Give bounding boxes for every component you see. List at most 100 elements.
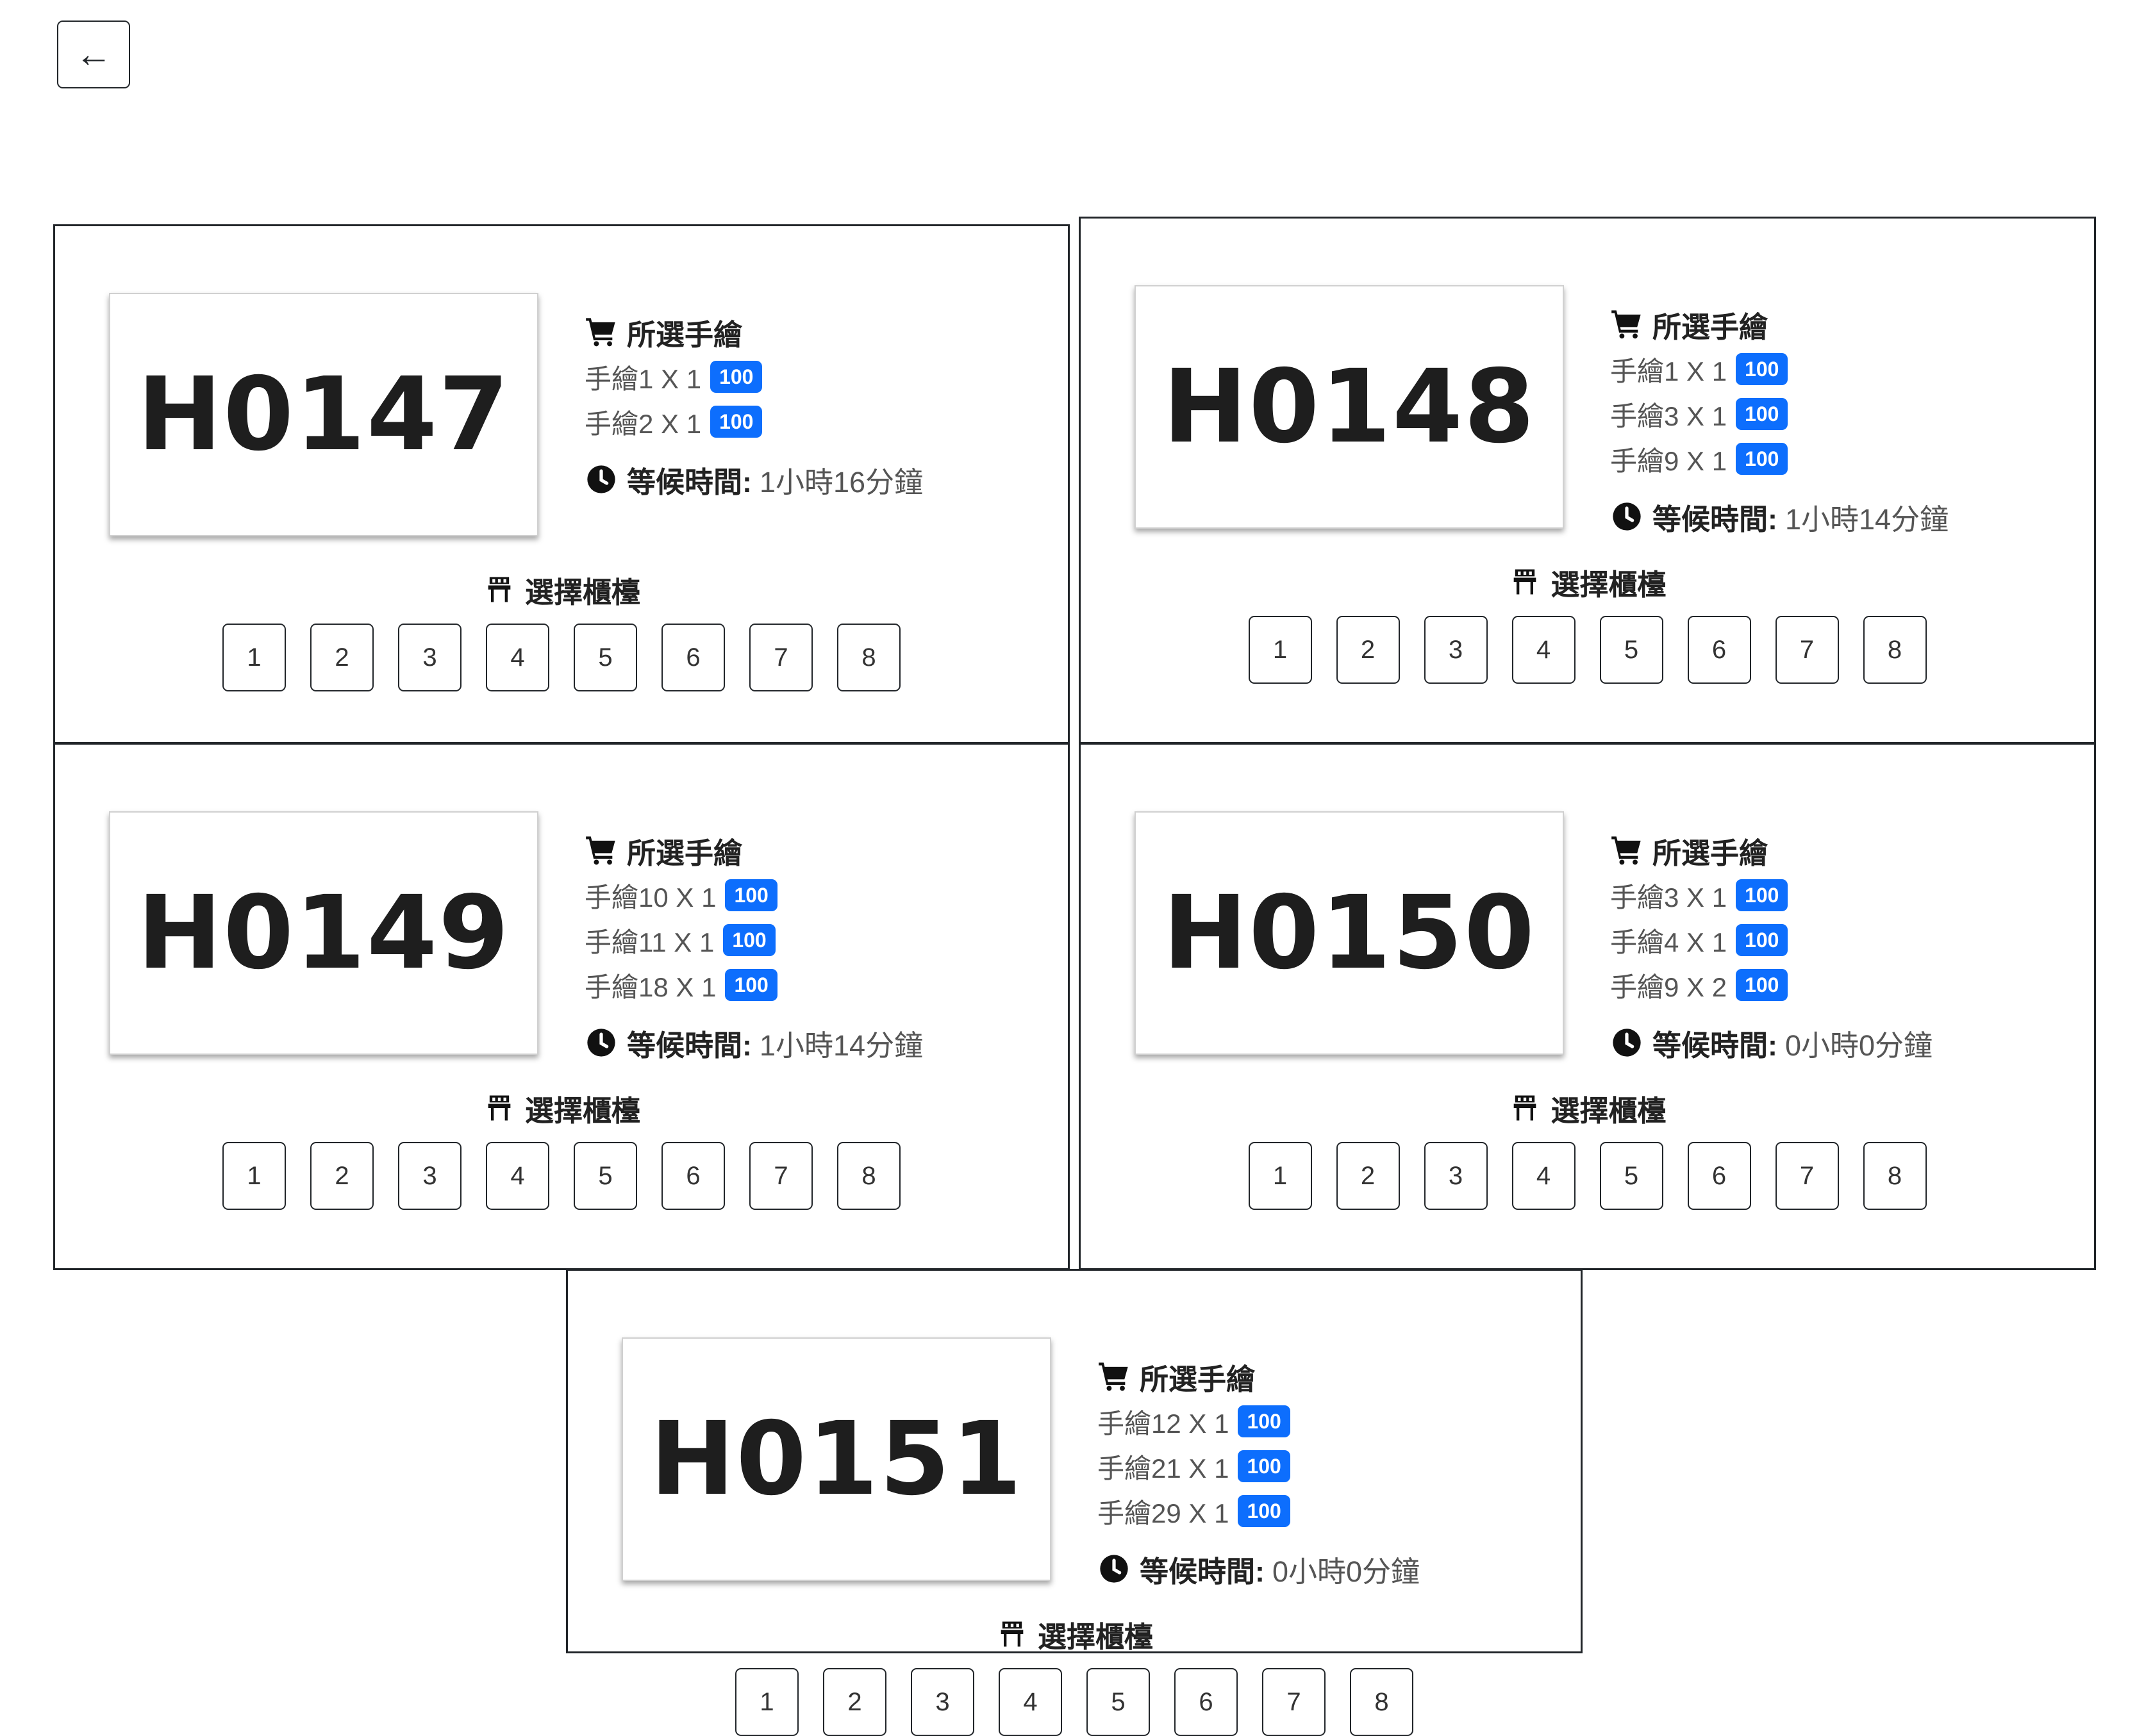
item-text: 手繪2 X 1 (585, 408, 702, 439)
stall-button-2[interactable]: 2 (310, 1142, 374, 1210)
price-badge: 100 (1736, 443, 1788, 475)
stall-button-1[interactable]: 1 (222, 624, 286, 691)
price-badge: 100 (725, 969, 777, 1001)
items-heading: 所選手繪 (585, 310, 1033, 354)
stall-button-4[interactable]: 4 (999, 1668, 1062, 1736)
clock-icon (1097, 1552, 1131, 1585)
item-text: 手繪1 X 1 (585, 363, 702, 394)
stall-heading-label: 選擇櫃檯 (1551, 568, 1667, 601)
item-text: 手繪1 X 1 (1610, 356, 1727, 386)
items-heading-label: 所選手繪 (1140, 1362, 1256, 1396)
item-row: 手繪1 X 1 100 (585, 354, 1033, 399)
price-badge: 100 (1736, 924, 1788, 956)
stall-button-6[interactable]: 6 (1174, 1668, 1238, 1736)
order-code: H0150 (1163, 874, 1536, 992)
order-code-box: H0149 (109, 811, 538, 1055)
stall-buttons: 12345678 (1081, 616, 2094, 684)
stall-button-4[interactable]: 4 (486, 1142, 549, 1210)
stall-button-2[interactable]: 2 (1336, 1142, 1400, 1210)
stall-button-4[interactable]: 4 (1511, 1142, 1576, 1210)
stall-button-1[interactable]: 1 (1248, 1142, 1312, 1210)
wait-label: 等候時間: (1140, 1555, 1265, 1588)
order-code: H0148 (1163, 348, 1536, 466)
stall-heading: 選擇櫃檯 (55, 1086, 1068, 1130)
stall-heading: 選擇櫃檯 (1081, 1086, 2094, 1130)
stall-button-3[interactable]: 3 (1424, 616, 1488, 684)
stall-select: 選擇櫃檯 12345678 (1081, 1086, 2094, 1210)
stall-button-4[interactable]: 4 (1511, 616, 1576, 684)
stall-button-7[interactable]: 7 (749, 624, 813, 691)
wait-label: 等候時間: (1652, 502, 1777, 536)
stall-button-6[interactable]: 6 (661, 624, 725, 691)
clock-icon (1610, 1026, 1643, 1059)
stall-button-5[interactable]: 5 (574, 1142, 637, 1210)
stall-heading: 選擇櫃檯 (1081, 559, 2094, 604)
stall-button-5[interactable]: 5 (1086, 1668, 1150, 1736)
item-row: 手繪3 X 1 100 (1610, 392, 2059, 436)
item-text: 手繪18 X 1 (585, 971, 717, 1002)
stall-button-8[interactable]: 8 (837, 624, 901, 691)
items-heading: 所選手繪 (1610, 302, 2059, 347)
item-row: 手繪12 X 1 100 (1097, 1399, 1546, 1444)
price-badge: 100 (1736, 353, 1788, 385)
stall-button-7[interactable]: 7 (749, 1142, 813, 1210)
order-code-box: H0150 (1135, 811, 1564, 1055)
stall-button-2[interactable]: 2 (823, 1668, 886, 1736)
stall-button-2[interactable]: 2 (310, 624, 374, 691)
stall-heading-label: 選擇櫃檯 (1551, 1094, 1667, 1127)
stall-button-8[interactable]: 8 (1863, 616, 1927, 684)
item-text: 手繪3 X 1 (1610, 401, 1727, 431)
price-badge: 100 (1238, 1405, 1290, 1437)
stall-button-2[interactable]: 2 (1336, 616, 1400, 684)
stall-button-8[interactable]: 8 (1863, 1142, 1927, 1210)
stall-button-4[interactable]: 4 (486, 624, 549, 691)
order-card: H0150 所選手繪 手繪3 X 1 100 手繪4 X 1 100 手繪9 X… (1079, 743, 2096, 1270)
chair-icon (995, 1617, 1029, 1651)
stall-button-5[interactable]: 5 (1599, 616, 1663, 684)
stall-buttons: 12345678 (568, 1668, 1581, 1736)
item-row: 手繪18 X 1 100 (585, 963, 1033, 1007)
items-heading-label: 所選手繪 (1652, 836, 1768, 870)
stall-button-1[interactable]: 1 (222, 1142, 286, 1210)
items-heading: 所選手繪 (1610, 828, 2059, 873)
stall-buttons: 12345678 (55, 624, 1068, 691)
stall-select: 選擇櫃檯 12345678 (1081, 559, 2094, 684)
stall-button-3[interactable]: 3 (398, 624, 461, 691)
stall-button-3[interactable]: 3 (398, 1142, 461, 1210)
stall-button-3[interactable]: 3 (911, 1668, 974, 1736)
stall-button-5[interactable]: 5 (574, 624, 637, 691)
items-heading: 所選手繪 (585, 828, 1033, 873)
price-badge: 100 (710, 361, 763, 393)
stall-button-3[interactable]: 3 (1424, 1142, 1488, 1210)
stall-heading-label: 選擇櫃檯 (524, 575, 640, 609)
stall-heading-label: 選擇櫃檯 (1037, 1620, 1153, 1653)
stall-select: 選擇櫃檯 12345678 (568, 1612, 1581, 1736)
stall-button-8[interactable]: 8 (1350, 1668, 1413, 1736)
items-heading-label: 所選手繪 (627, 318, 743, 351)
items-heading-label: 所選手繪 (627, 836, 743, 870)
stall-button-1[interactable]: 1 (735, 1668, 799, 1736)
order-code-box: H0151 (622, 1337, 1051, 1581)
stall-button-7[interactable]: 7 (1775, 1142, 1839, 1210)
wait-value: 1小時16分鐘 (760, 465, 924, 499)
stall-button-8[interactable]: 8 (837, 1142, 901, 1210)
item-row: 手繪29 X 1 100 (1097, 1489, 1546, 1533)
item-row: 手繪2 X 1 100 (585, 399, 1033, 444)
price-badge: 100 (1736, 879, 1788, 911)
order-card: H0149 所選手繪 手繪10 X 1 100 手繪11 X 1 100 手繪1… (53, 743, 1070, 1270)
stall-button-5[interactable]: 5 (1599, 1142, 1663, 1210)
item-row: 手繪21 X 1 100 (1097, 1444, 1546, 1489)
order-code-box: H0148 (1135, 285, 1564, 529)
stall-button-1[interactable]: 1 (1248, 616, 1312, 684)
stall-button-7[interactable]: 7 (1262, 1668, 1326, 1736)
wait-time: 等候時間: 1小時16分鐘 (585, 457, 1033, 502)
wait-time: 等候時間: 0小時0分鐘 (1610, 1020, 2059, 1065)
stall-select: 選擇櫃檯 12345678 (55, 1086, 1068, 1210)
stall-button-7[interactable]: 7 (1775, 616, 1839, 684)
order-info: 所選手繪 手繪1 X 1 100 手繪3 X 1 100 手繪9 X 1 100… (1610, 302, 2059, 539)
wait-value: 0小時0分鐘 (1272, 1555, 1420, 1588)
stall-button-6[interactable]: 6 (1687, 1142, 1751, 1210)
stall-button-6[interactable]: 6 (1687, 616, 1751, 684)
back-button[interactable]: ← (57, 21, 130, 88)
stall-button-6[interactable]: 6 (661, 1142, 725, 1210)
